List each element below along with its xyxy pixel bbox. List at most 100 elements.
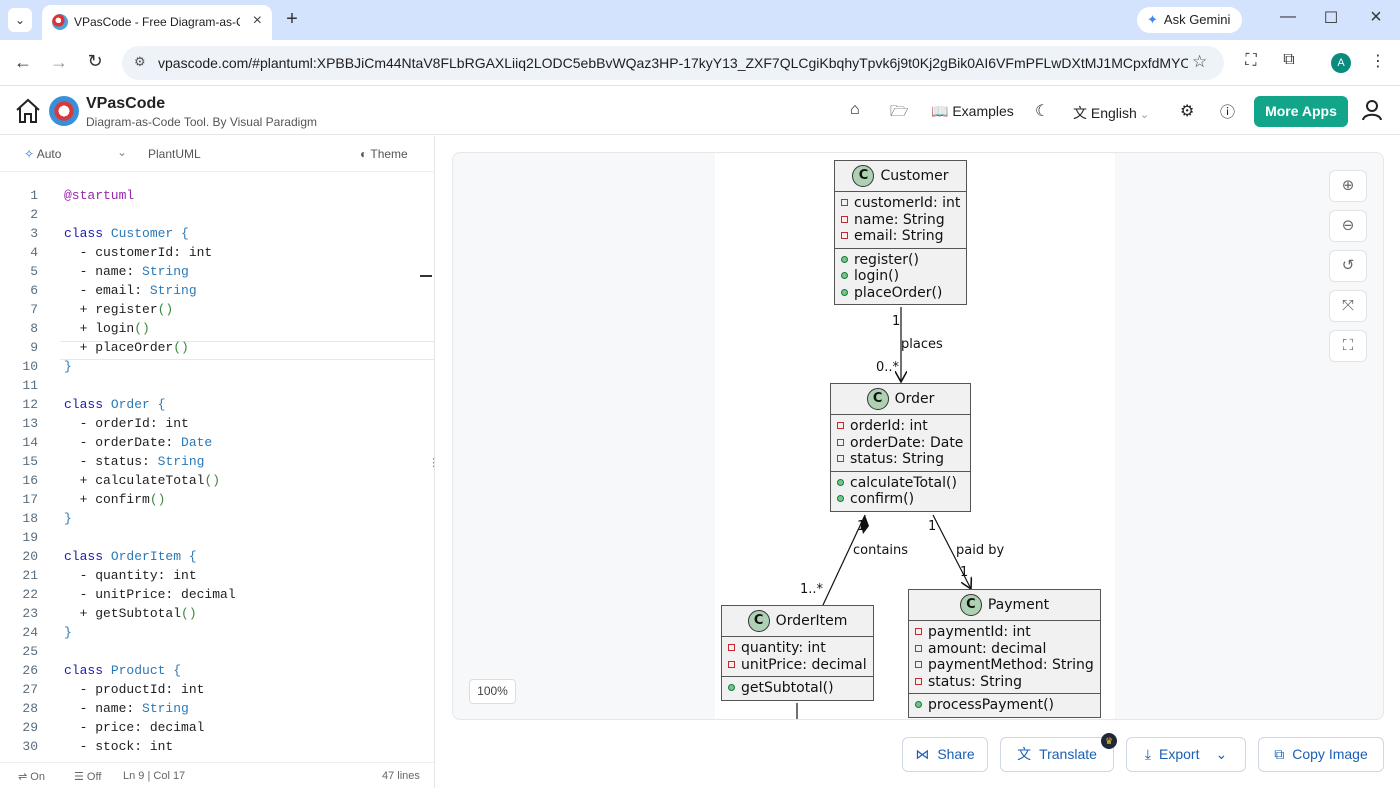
dark-mode-icon[interactable]: ☾ [1035,101,1049,121]
line-number: 28 [22,701,38,716]
extensions-icon[interactable]: ⧉ [1278,51,1300,69]
zoom-level: 100% [469,679,516,704]
tab-close-icon[interactable]: × [253,12,262,30]
ask-gemini-button[interactable]: ✦ Ask Gemini [1137,7,1242,33]
translate-button[interactable]: 文 Translate [1000,737,1114,772]
private-icon [915,677,922,685]
method: processPayment() [928,697,1055,713]
user-account-icon[interactable] [1362,99,1382,121]
screen-capture-icon[interactable]: ⛶ [1240,52,1262,70]
resize-handle-icon[interactable]: ⋮ [428,456,439,469]
help-icon[interactable]: ⓘ [1220,101,1235,122]
fit-to-screen-icon[interactable]: ⤧ [1329,290,1367,322]
browser-menu-icon[interactable]: ⋮ [1368,51,1388,71]
vpascode-logo-icon [49,96,79,126]
public-icon [728,684,735,691]
fullscreen-icon[interactable]: ⛶ [1329,330,1367,362]
code-line: 16 + calculateTotal() [0,473,434,492]
class-order[interactable]: C Order orderId: int orderDate: Date stat… [830,383,971,512]
method: calculateTotal() [850,474,957,491]
class-badge-icon: C [866,388,889,410]
code-line: 4 - customerId: int [0,245,434,264]
line-text: class OrderItem { [64,549,197,564]
code-line: 6 - email: String [0,283,434,302]
examples-label: Examples [952,103,1014,119]
line-number: 8 [30,321,38,336]
code-line: 1 @startuml [0,188,434,207]
line-text: } [64,511,72,526]
method: register() [854,251,919,268]
mode-chevron-icon[interactable]: ⌄ [117,145,127,159]
line-number: 5 [30,264,38,279]
line-number: 19 [22,530,38,545]
line-number: 30 [22,739,38,754]
window-close-icon[interactable]: × [1366,6,1386,29]
word-wrap-toggle[interactable]: ⇌ On [18,770,45,783]
forward-icon[interactable]: → [48,52,70,73]
profile-avatar[interactable]: A [1331,53,1351,73]
public-icon [841,288,848,296]
attribute: status: String [928,673,1022,690]
code-line: 15 - status: String [0,454,434,473]
private-icon [841,215,848,223]
open-folder-icon[interactable]: 🗁 [890,101,909,126]
new-tab-icon[interactable]: + [282,9,302,29]
nav-home-icon[interactable]: ⌂ [850,101,860,119]
settings-icon[interactable]: ⚙ [1180,101,1194,121]
line-number: 14 [22,435,38,450]
code-line: 29 - price: decimal [0,720,434,739]
site-info-icon[interactable]: ⚙ [134,54,146,70]
class-badge-icon: C [747,610,770,632]
browser-tab[interactable]: VPasCode - Free Diagram-as-Co × [42,5,272,40]
examples-link[interactable]: 📖 Examples [931,103,1014,120]
line-text: - status: String [64,454,205,469]
line-number: 26 [22,663,38,678]
zoom-out-icon[interactable]: ⊖ [1329,210,1367,242]
more-apps-button[interactable]: More Apps [1254,96,1348,127]
copy-image-button[interactable]: ⧉ Copy Image [1258,737,1384,772]
code-line: 20 class OrderItem { [0,549,434,568]
auto-mode-select[interactable]: ✧ Auto [24,147,61,161]
cursor-position: Ln 9 | Col 17 [123,770,186,782]
contains-label: contains [853,543,909,558]
code-editor-panel: ✧ Auto ⌄ PlantUML ◐ Theme 1 @startuml 2 3 cl… [0,136,439,788]
minimize-icon[interactable]: — [1278,8,1298,26]
theme-button[interactable]: ◐ Theme [360,147,408,161]
language-select[interactable]: 文 English ⌄ [1073,103,1149,123]
line-text: - quantity: int [64,568,197,583]
private-icon [728,644,735,651]
code-line: 24} [0,625,434,644]
attribute: quantity: int [741,640,826,656]
sparkle-icon: ✧ [24,147,37,161]
translate-icon: 文 [1073,105,1091,121]
home-icon[interactable] [14,97,42,125]
class-customer[interactable]: C Customer customerId: int name: String e… [834,160,967,305]
export-button[interactable]: ⤓ Export ⌄ [1126,737,1246,772]
maximize-icon[interactable]: ☐ [1321,8,1341,28]
fold-toggle[interactable]: ☰ Off [74,770,101,783]
reload-icon[interactable]: ↻ [84,51,106,72]
diagram-canvas[interactable]: C Customer customerId: int name: String e… [452,152,1384,720]
share-button[interactable]: ⋈ Share [902,737,988,772]
line-text: - unitPrice: decimal [64,587,236,602]
class-payment[interactable]: C Payment paymentId: int amount: decimal … [908,589,1101,718]
class-orderitem[interactable]: C OrderItem quantity: int unitPrice: deci… [721,605,874,701]
line-text: - productId: int [64,682,205,697]
uml-diagram: C Customer customerId: int name: String e… [715,153,1115,719]
line-text: + calculateTotal() [64,473,221,488]
back-icon[interactable]: ← [12,52,34,73]
code-line: 21 - quantity: int [0,568,434,587]
reset-view-icon[interactable]: ↺ [1329,250,1367,282]
code-line: 12 class Order { [0,397,434,416]
omnibox[interactable]: ⚙ vpascode.com/#plantuml:XPBBJiCm44NtaV8… [122,46,1224,80]
line-number: 18 [22,511,38,526]
paid-by-to-multiplicity: 1 [960,565,969,580]
line-number: 1 [30,188,38,203]
tab-search-icon[interactable]: ⌄ [8,8,32,32]
bookmark-star-icon[interactable]: ☆ [1192,52,1207,72]
download-icon: ⤓ [1144,746,1151,762]
code-line: 5 - name: String [0,264,434,283]
chevron-down-icon: ⌄ [1136,109,1150,121]
zoom-in-icon[interactable]: ⊕ [1329,170,1367,202]
places-from-multiplicity: 1 [892,314,901,329]
